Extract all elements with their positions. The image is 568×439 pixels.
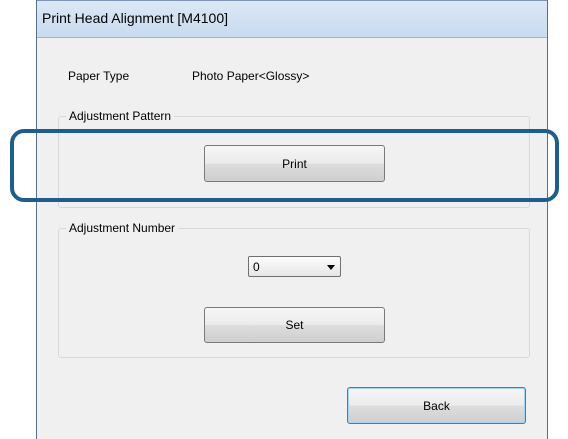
adjustment-number-select[interactable]: 0: [248, 256, 341, 277]
print-button[interactable]: Print: [204, 145, 385, 182]
set-button[interactable]: Set: [204, 307, 385, 343]
paper-type-value: Photo Paper<Glossy>: [192, 69, 310, 83]
adjustment-number-selected-value: 0: [253, 260, 260, 274]
paper-type-label: Paper Type: [68, 69, 130, 83]
chevron-down-icon: [327, 265, 335, 270]
window-title: Print Head Alignment [M4100]: [42, 10, 228, 26]
title-bar[interactable]: Print Head Alignment [M4100]: [37, 0, 547, 38]
adjustment-number-label: Adjustment Number: [66, 221, 179, 235]
back-button[interactable]: Back: [347, 387, 526, 424]
print-head-alignment-dialog: Print Head Alignment [M4100] Paper Type …: [36, 0, 548, 439]
adjustment-pattern-label: Adjustment Pattern: [66, 109, 175, 123]
